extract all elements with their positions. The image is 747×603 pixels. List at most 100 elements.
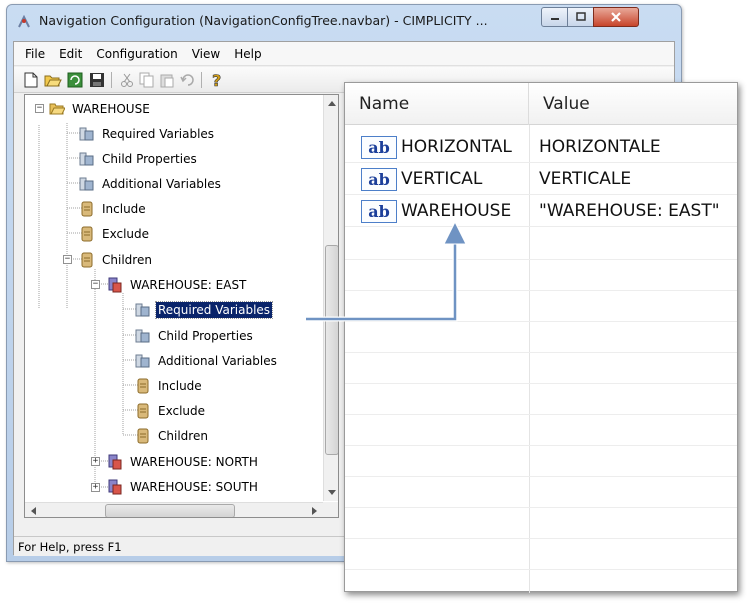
- tree-node-warehouse[interactable]: WAREHOUSE: [49, 99, 152, 119]
- filter-icon: [137, 403, 149, 419]
- tree-node-label: WAREHOUSE: NORTH: [130, 455, 258, 469]
- grid-line: [345, 414, 737, 415]
- tree-node-label: Child Properties: [158, 329, 253, 343]
- tree-node-child-properties[interactable]: Child Properties: [79, 149, 199, 169]
- tree-node-additional-variables[interactable]: Additional Variables: [79, 174, 223, 194]
- tree-node-children[interactable]: Children: [79, 250, 154, 270]
- undo-icon[interactable]: [178, 71, 196, 89]
- variables-icon: [79, 127, 94, 141]
- collapse-toggle[interactable]: −: [35, 104, 44, 113]
- scroll-left-icon[interactable]: [25, 503, 41, 517]
- title-bar[interactable]: Navigation Configuration (NavigationConf…: [7, 5, 681, 41]
- tree-node-additional-variables[interactable]: Additional Variables: [135, 351, 279, 371]
- scroll-right-icon[interactable]: [307, 503, 323, 517]
- tree-node-label: Children: [102, 253, 152, 267]
- filter-icon: [137, 428, 149, 444]
- close-icon: [611, 12, 621, 22]
- menu-file[interactable]: File: [18, 47, 52, 61]
- app-icon[interactable]: [17, 14, 31, 29]
- new-icon[interactable]: [22, 71, 40, 89]
- grid-line: [345, 290, 737, 291]
- column-header-name[interactable]: Name: [345, 83, 529, 125]
- warehouse-node-icon: [108, 454, 122, 470]
- scroll-down-icon[interactable]: [324, 485, 338, 501]
- string-variable-icon: ab: [361, 168, 397, 191]
- window-title: Navigation Configuration (NavigationConf…: [39, 13, 488, 28]
- expand-toggle[interactable]: +: [91, 457, 100, 466]
- grid-line: [345, 507, 737, 508]
- tree-node-label: Additional Variables: [158, 354, 277, 368]
- tree-node-label: WAREHOUSE: SOUTH: [130, 480, 258, 494]
- variable-name: VERTICAL: [401, 169, 483, 189]
- horizontal-scrollbar[interactable]: [25, 502, 323, 517]
- tree-node-label: Exclude: [102, 227, 150, 241]
- variable-name: WAREHOUSE: [401, 201, 512, 221]
- grid-line: [345, 383, 737, 384]
- toolbar-separator: [201, 72, 202, 88]
- grid-line: [345, 321, 737, 322]
- grid-line: [345, 445, 737, 446]
- filter-icon: [81, 252, 93, 268]
- menu-bar: File Edit Configuration View Help: [14, 42, 674, 66]
- tree-node-label: Child Properties: [102, 152, 197, 166]
- minimize-icon: [550, 18, 559, 20]
- minimize-button[interactable]: [541, 7, 568, 27]
- navigation-tree[interactable]: − − − + + WAREHOUSE Required Variables C…: [24, 94, 339, 518]
- scroll-thumb[interactable]: [325, 245, 338, 455]
- paste-icon[interactable]: [158, 71, 176, 89]
- collapse-toggle[interactable]: −: [63, 255, 72, 264]
- maximize-button[interactable]: [567, 7, 594, 27]
- column-header-value[interactable]: Value: [529, 83, 739, 125]
- tree-node-label: Include: [102, 202, 146, 216]
- folder-open-icon: [49, 103, 65, 115]
- tree-node-label: Required Variables: [154, 301, 274, 319]
- filter-icon: [81, 201, 93, 217]
- collapse-toggle[interactable]: −: [91, 280, 100, 289]
- menu-edit[interactable]: Edit: [52, 47, 89, 61]
- toolbar-separator: [111, 72, 112, 88]
- string-variable-icon: ab: [361, 200, 397, 223]
- copy-icon[interactable]: [138, 71, 156, 89]
- grid-line: [345, 352, 737, 353]
- variable-value: "WAREHOUSE: EAST": [539, 201, 720, 221]
- tree-node-required-variables[interactable]: Required Variables: [79, 124, 216, 144]
- refresh-icon[interactable]: [66, 71, 84, 89]
- scroll-up-icon[interactable]: [324, 95, 338, 111]
- close-button[interactable]: [593, 7, 639, 27]
- status-text: For Help, press F1: [18, 540, 122, 554]
- tree-node-exclude[interactable]: Exclude: [79, 224, 151, 244]
- variables-icon: [135, 354, 150, 368]
- grid-line: [345, 259, 737, 260]
- filter-icon: [81, 226, 93, 242]
- menu-help[interactable]: Help: [227, 47, 268, 61]
- expand-toggle[interactable]: +: [91, 483, 100, 492]
- tree-node-exclude[interactable]: Exclude: [135, 401, 207, 421]
- list-header: Name Value: [345, 83, 737, 125]
- tree-node-children[interactable]: Children: [135, 426, 210, 446]
- variable-value: HORIZONTALE: [539, 137, 661, 157]
- list-row[interactable]: ab VERTICAL VERTICALE: [345, 164, 737, 195]
- tree-node-child-properties[interactable]: Child Properties: [135, 326, 255, 346]
- cut-icon[interactable]: [118, 71, 136, 89]
- save-icon[interactable]: [88, 71, 106, 89]
- menu-view[interactable]: View: [185, 47, 227, 61]
- menu-configuration[interactable]: Configuration: [89, 47, 184, 61]
- tree-node-warehouse-north[interactable]: WAREHOUSE: NORTH: [107, 452, 260, 472]
- tree-node-include[interactable]: Include: [79, 199, 148, 219]
- open-icon[interactable]: [44, 71, 62, 89]
- vertical-scrollbar[interactable]: [323, 95, 338, 501]
- tree-node-required-variables-selected[interactable]: Required Variables: [135, 300, 274, 320]
- svg-text:?: ?: [212, 71, 221, 89]
- tree-node-warehouse-east[interactable]: WAREHOUSE: EAST: [107, 275, 248, 295]
- help-icon[interactable]: ?: [208, 71, 226, 89]
- tree-node-warehouse-south[interactable]: WAREHOUSE: SOUTH: [107, 477, 260, 497]
- string-variable-icon: ab: [361, 136, 397, 159]
- variable-value: VERTICALE: [539, 169, 632, 189]
- list-row[interactable]: ab WAREHOUSE "WAREHOUSE: EAST": [345, 196, 737, 227]
- scroll-thumb[interactable]: [105, 504, 235, 517]
- tree-node-label: Include: [158, 379, 202, 393]
- tree-node-include[interactable]: Include: [135, 376, 204, 396]
- variables-icon: [79, 177, 94, 191]
- list-row[interactable]: ab HORIZONTAL HORIZONTALE: [345, 132, 737, 163]
- warehouse-node-icon: [108, 277, 122, 293]
